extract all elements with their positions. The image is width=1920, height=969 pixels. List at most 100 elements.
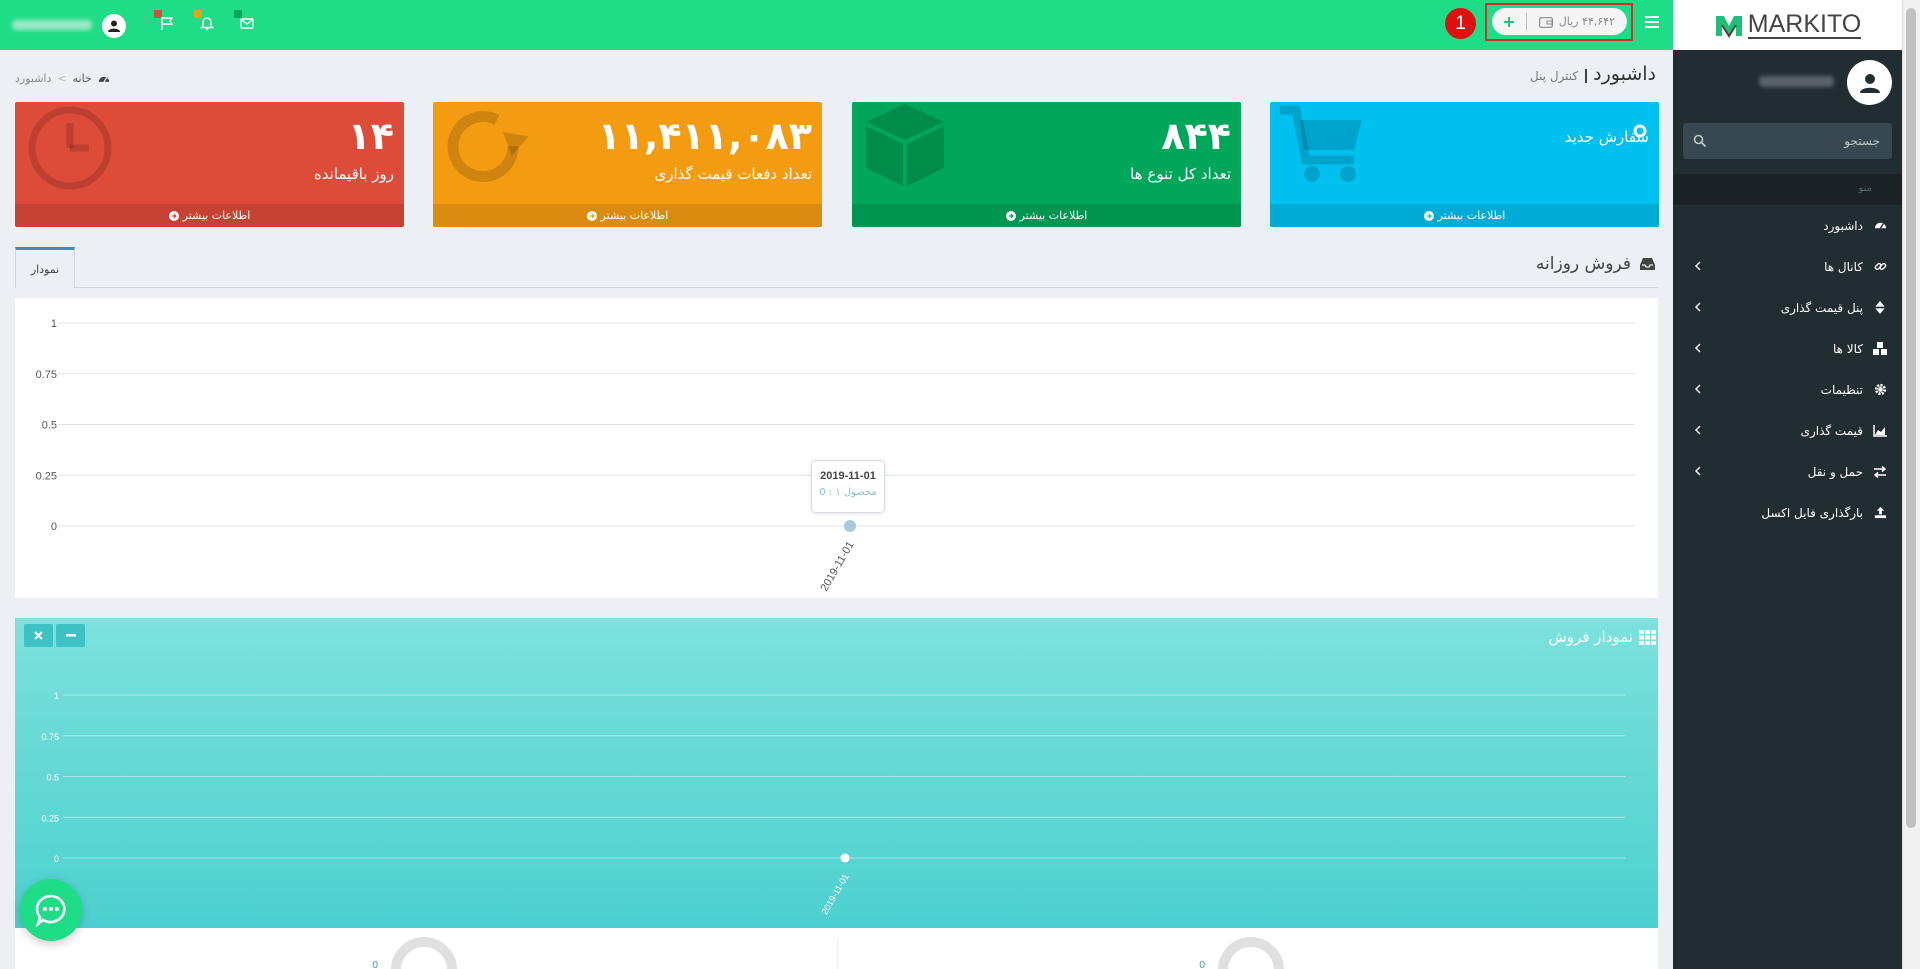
sidebar-item-channels[interactable]: کانال ها — [1673, 246, 1902, 287]
sales-chart-box: 0 0.25 0.5 0.75 1 2019-11-01 — [15, 618, 1658, 928]
sidebar-item-label: تنظیمات — [1820, 382, 1863, 397]
more-info-link[interactable]: اطلاعات بیشتر — [433, 204, 822, 227]
y-tick-label: 0 — [51, 521, 57, 533]
sales-chart: 0 0.25 0.5 0.75 1 2019-11-01 — [41, 691, 1625, 916]
more-info-label: اطلاعات بیشتر — [1437, 209, 1506, 222]
breadcrumb-home-link[interactable]: خانه — [73, 72, 92, 85]
sidebar-item-label: کالا ها — [1832, 341, 1863, 356]
gear-icon — [1873, 383, 1887, 397]
search-icon[interactable] — [1693, 134, 1707, 148]
link-icon — [1873, 260, 1887, 274]
add-credit-button[interactable]: + — [1502, 12, 1515, 31]
sidebar-item-products[interactable]: کالا ها — [1673, 328, 1902, 369]
top-navbar: ۴۴,۶۴۲ ریال + 1 — [0, 0, 1673, 50]
info-box-new-orders: سفارش جدید اطلاعات بیشتر — [1270, 102, 1659, 227]
bars-icon — [1645, 26, 1659, 28]
more-info-link[interactable]: اطلاعات بیشتر — [15, 204, 404, 227]
sidebar-item-label: پنل قیمت گذاری — [1780, 300, 1863, 315]
arrow-circle-right-icon — [586, 210, 597, 221]
messages-badge — [234, 10, 242, 18]
inbox-icon — [1640, 258, 1655, 270]
data-point — [844, 520, 856, 532]
logo-text: MARKITO — [1747, 10, 1862, 39]
tooltip-value: محصول ۱ : 0 — [819, 487, 877, 498]
info-box-pricing-count: ۱۱,۴۱۱,۰۸۳ تعداد دفعات قیمت گذاری اطلاعا… — [433, 102, 822, 227]
notifications-button[interactable] — [194, 10, 216, 32]
step-badge: 1 — [1445, 8, 1476, 39]
user-menu-avatar[interactable] — [102, 14, 126, 38]
user-icon — [108, 20, 120, 32]
page-title: داشبورد کنترل پنل — [1530, 63, 1656, 85]
menu-header: منو — [1673, 174, 1902, 205]
page-scrollbar[interactable] — [1902, 0, 1920, 969]
y-tick-label: 0.75 — [41, 732, 59, 742]
y-tick-label: 1 — [54, 691, 59, 701]
collapse-box-button[interactable] — [56, 624, 85, 647]
clock-icon — [28, 106, 112, 190]
chevron-left-icon — [1695, 302, 1701, 312]
daily-sales-title-text: فروش روزانه — [1535, 254, 1631, 274]
close-box-button[interactable] — [24, 624, 53, 647]
circle-icon — [1633, 124, 1647, 138]
info-box-days-remaining: ۱۴ روز باقیمانده اطلاعات بیشتر — [15, 102, 404, 227]
sidebar-toggle-button[interactable] — [1645, 15, 1659, 29]
more-info-link[interactable]: اطلاعات بیشتر — [1270, 204, 1659, 227]
scroll-thumb[interactable] — [1906, 8, 1916, 828]
chevron-left-icon — [1695, 466, 1701, 476]
sales-chart-title: نمودار فروش — [1549, 628, 1656, 646]
close-icon — [34, 631, 43, 640]
tab-chart[interactable]: نمودار — [15, 247, 75, 288]
area-chart-icon — [1873, 424, 1887, 438]
notifications-badge — [194, 10, 202, 18]
logo-mark-icon — [1715, 16, 1742, 38]
sidebar-item-settings[interactable]: تنظیمات — [1673, 369, 1902, 410]
sidebar-item-pricing-panel[interactable]: پنل قیمت گذاری — [1673, 287, 1902, 328]
sidebar-item-excel-upload[interactable]: بارگذاری فایل اکسل — [1673, 492, 1902, 533]
tasks-button[interactable] — [154, 10, 176, 32]
y-tick-label: 0.25 — [36, 470, 57, 482]
breadcrumb: داشبورد < خانه — [15, 72, 110, 85]
tabs-border — [15, 287, 1658, 288]
more-info-label: اطلاعات بیشتر — [600, 209, 669, 222]
sidebar-item-pricing[interactable]: قیمت گذاری — [1673, 410, 1902, 451]
sidebar-item-shipping[interactable]: حمل و نقل — [1673, 451, 1902, 492]
wallet-icon — [1538, 16, 1553, 28]
search-input[interactable] — [1683, 123, 1892, 159]
more-info-label: اطلاعات بیشتر — [1019, 209, 1088, 222]
minus-icon — [65, 634, 76, 637]
refresh-icon — [447, 111, 529, 182]
breadcrumb-current: داشبورد — [15, 72, 52, 85]
chat-icon — [35, 894, 66, 928]
cube-icon — [866, 104, 944, 186]
info-box-variants: ۸۴۴ تعداد کل تنوع ها اطلاعات بیشتر — [852, 102, 1241, 227]
sidebar-item-label: قیمت گذاری — [1800, 423, 1863, 438]
logo[interactable]: MARKITO — [1673, 0, 1902, 50]
user-menu-name-blurred[interactable] — [12, 20, 92, 30]
avatar[interactable] — [1847, 60, 1892, 105]
wallet-amount: ۴۴,۶۴۲ ریال — [1558, 15, 1615, 28]
y-tick-label: 0.5 — [46, 773, 59, 783]
tooltip-title: 2019-11-01 — [820, 470, 876, 482]
y-tick-label: 0.5 — [42, 420, 57, 432]
more-info-link[interactable]: اطلاعات بیشتر — [852, 204, 1241, 227]
x-tick-label: 2019-11-01 — [819, 872, 850, 916]
sidebar-item-label: حمل و نقل — [1807, 464, 1863, 479]
user-panel — [1673, 50, 1902, 120]
arrow-circle-right-icon — [168, 210, 179, 221]
upload-icon — [1873, 506, 1887, 520]
chat-button[interactable] — [20, 879, 82, 941]
breadcrumb-separator: < — [57, 72, 67, 85]
x-tick-label: 2019-11-01 — [818, 540, 856, 594]
dashboard-icon — [1873, 219, 1887, 233]
wallet-balance[interactable]: ۴۴,۶۴۲ ریال + — [1492, 8, 1627, 35]
y-tick-label: 1 — [51, 318, 57, 330]
wallet-divider — [1525, 13, 1527, 30]
sidebar-item-dashboard[interactable]: داشبورد — [1673, 205, 1902, 246]
y-tick-label: 0.75 — [36, 369, 57, 381]
page-title-text: داشبورد — [1593, 63, 1656, 85]
y-tick-label: 0.25 — [41, 813, 59, 823]
sidebar-search — [1683, 123, 1892, 159]
shopping-cart-icon — [1280, 105, 1362, 182]
messages-button[interactable] — [234, 10, 256, 32]
tasks-badge — [154, 10, 162, 18]
